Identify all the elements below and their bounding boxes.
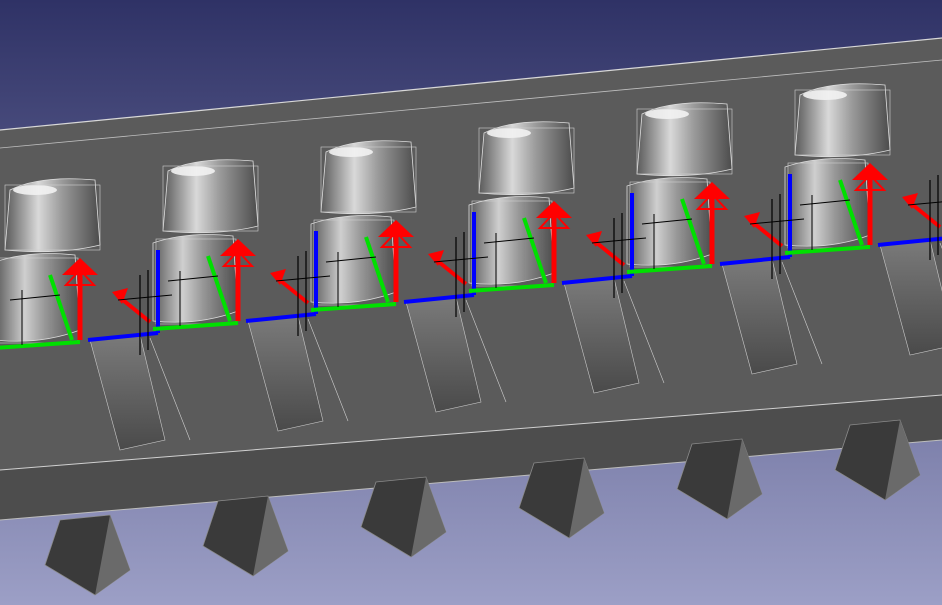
3d-viewport[interactable] xyxy=(0,0,942,605)
back-cup-highlight xyxy=(645,109,689,119)
cad-scene[interactable] xyxy=(0,0,942,605)
back-cup-highlight xyxy=(329,147,373,157)
back-cup-highlight xyxy=(171,166,215,176)
back-cup-highlight xyxy=(13,185,57,195)
back-cup-highlight xyxy=(803,90,847,100)
back-cup-highlight xyxy=(487,128,531,138)
